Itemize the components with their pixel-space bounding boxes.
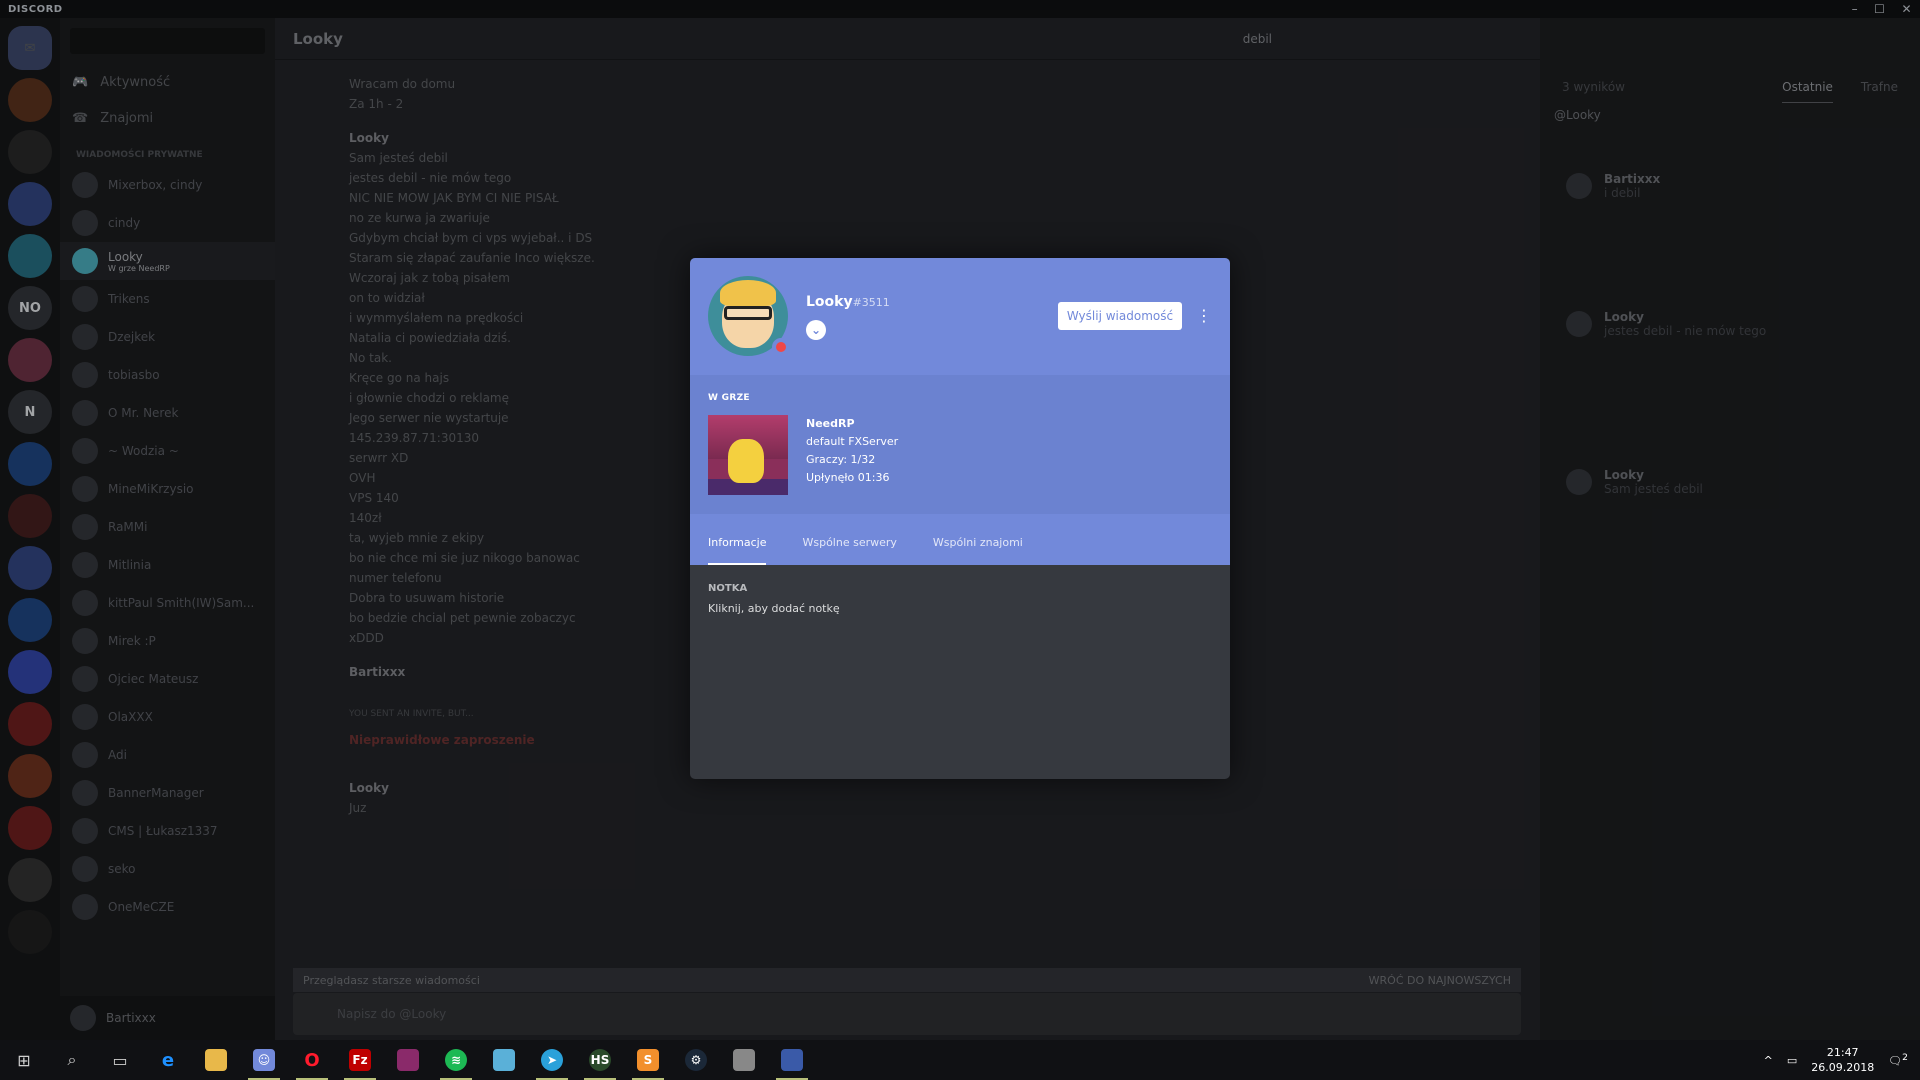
task-view-icon[interactable]: ▭ — [96, 1040, 144, 1080]
tab-mutual-friends[interactable]: Wspólni znajomi — [933, 536, 1023, 565]
game-title: NeedRP — [806, 417, 855, 430]
notepad-icon[interactable] — [480, 1040, 528, 1080]
note-input[interactable]: Kliknij, aby dodać notkę — [708, 602, 1212, 615]
windows-start-icon[interactable]: ⊞ — [0, 1040, 48, 1080]
maximize-icon[interactable]: ☐ — [1874, 2, 1885, 16]
game-elapsed: Upłynęło 01:36 — [806, 471, 890, 484]
app-title: DISCORD — [8, 3, 63, 15]
spotify-icon[interactable]: ≋ — [432, 1040, 480, 1080]
telegram-icon[interactable]: ➤ — [528, 1040, 576, 1080]
title-bar: DISCORD – ☐ ✕ — [0, 0, 1920, 18]
chevron-up-icon[interactable]: ^ — [1764, 1054, 1773, 1067]
system-tray: ^ ▭ 21:47 26.09.2018 🗨2 — [1764, 1040, 1920, 1080]
file-explorer-icon[interactable] — [192, 1040, 240, 1080]
more-options-icon[interactable]: ⋮ — [1196, 302, 1212, 330]
profile-username: Looky#3511 — [806, 294, 890, 310]
sublime-icon[interactable]: S — [624, 1040, 672, 1080]
game-artwork — [708, 415, 788, 495]
filezilla-icon[interactable]: Fz — [336, 1040, 384, 1080]
game-detail: default FXServer — [806, 435, 899, 448]
winrar-icon[interactable] — [384, 1040, 432, 1080]
hotspot-icon[interactable]: HS — [576, 1040, 624, 1080]
send-message-button[interactable]: Wyślij wiadomość — [1058, 302, 1182, 330]
minimize-icon[interactable]: – — [1852, 2, 1859, 16]
activity-label: W GRZE — [708, 393, 750, 403]
profile-discriminator: #3511 — [852, 296, 890, 309]
opera-icon[interactable]: O — [288, 1040, 336, 1080]
network-tool-icon[interactable] — [768, 1040, 816, 1080]
status-dnd-icon — [772, 338, 790, 356]
profile-header: Looky#3511 ⌄ Wyślij wiadomość ⋮ — [690, 258, 1230, 375]
note-header: NOTKA — [708, 583, 748, 594]
clock[interactable]: 21:47 26.09.2018 — [1811, 1045, 1874, 1075]
tab-mutual-servers[interactable]: Wspólne serwery — [802, 536, 896, 565]
taskbar: ⊞ ⌕ ▭ e ☺ O Fz ≋ ➤ HS S ⚙ ^ ▭ 21:47 26.0… — [0, 1040, 1920, 1080]
tab-info[interactable]: Informacje — [708, 536, 767, 565]
search-icon[interactable]: ⌕ — [48, 1040, 96, 1080]
chevron-down-icon[interactable]: ⌄ — [806, 320, 826, 340]
discord-icon[interactable]: ☺ — [240, 1040, 288, 1080]
notification-count: 2 — [1902, 1052, 1908, 1064]
steam-icon[interactable]: ⚙ — [672, 1040, 720, 1080]
close-icon[interactable]: ✕ — [1901, 2, 1912, 16]
paint-icon[interactable] — [720, 1040, 768, 1080]
activity-section: W GRZE NeedRP default FXServer Graczy: 1… — [690, 375, 1230, 514]
profile-tabs: Informacje Wspólne serwery Wspólni znajo… — [690, 514, 1230, 565]
edge-icon[interactable]: e — [144, 1040, 192, 1080]
notifications-icon[interactable]: 🗨2 — [1888, 1052, 1908, 1068]
user-profile-modal: Looky#3511 ⌄ Wyślij wiadomość ⋮ W GRZE N… — [690, 258, 1230, 779]
game-players: Graczy: 1/32 — [806, 453, 876, 466]
network-icon[interactable]: ▭ — [1787, 1054, 1797, 1067]
profile-body: NOTKA Kliknij, aby dodać notkę — [690, 565, 1230, 633]
